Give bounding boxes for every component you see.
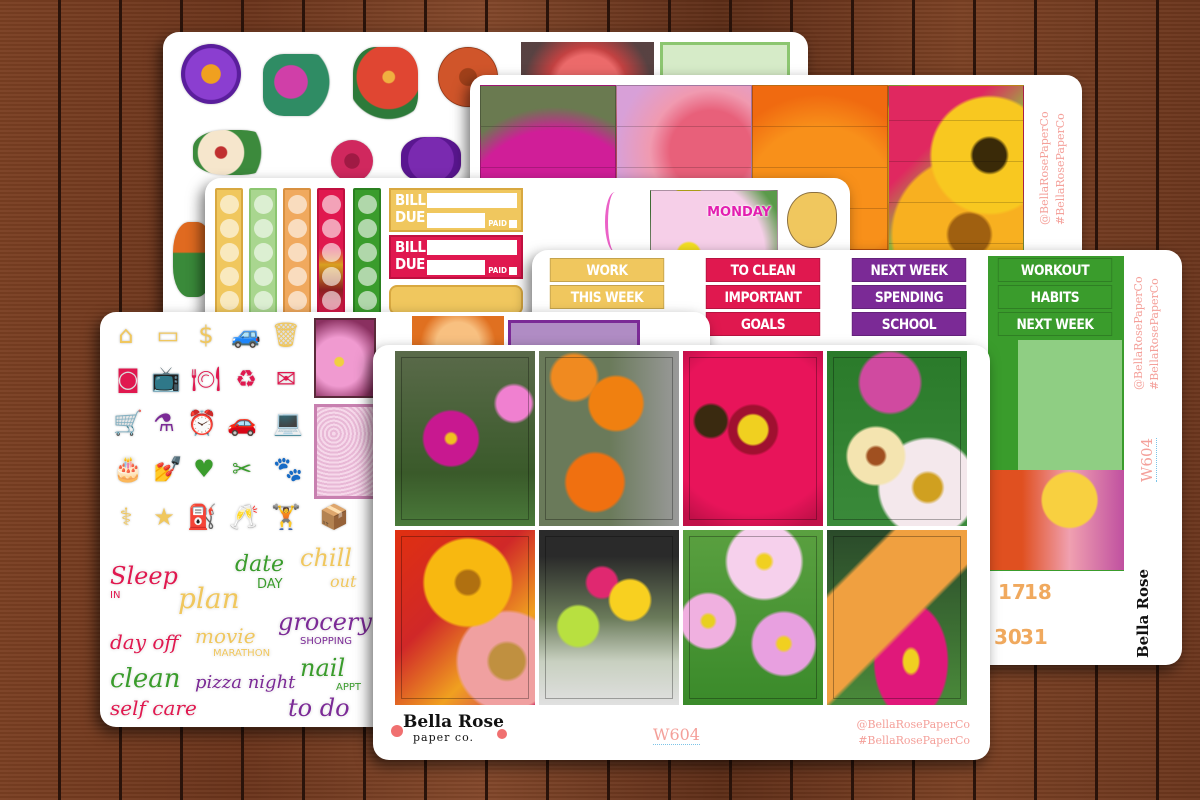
- date-30: 30: [994, 625, 1022, 649]
- side-hashtag: #BellaRosePaperCo: [1148, 278, 1161, 390]
- date-31: 31: [1020, 625, 1048, 649]
- script-clean: clean: [110, 664, 181, 694]
- header-to-clean: TO CLEAN: [705, 258, 821, 282]
- footer-social: @BellaRosePaperCo #BellaRosePaperCo: [856, 717, 970, 749]
- header-spending: SPENDING: [851, 285, 967, 309]
- header-important: IMPORTANT: [705, 285, 821, 309]
- side-handle: @BellaRosePaperCo: [1132, 276, 1145, 390]
- script-date-day: date DAY: [235, 552, 285, 592]
- washing-machine-icon: ◙: [116, 365, 140, 393]
- heart-icon: ♥: [193, 455, 215, 483]
- header-column-red: TO CLEAN IMPORTANT GOALS: [698, 258, 828, 339]
- side-code: W604: [1138, 437, 1157, 482]
- champagne-toast-icon: 🥂: [229, 503, 259, 531]
- photo-orange-zinnias: [539, 351, 679, 526]
- red-rose-sticker: [331, 140, 373, 182]
- tv-icon: 📺: [151, 365, 181, 393]
- sheet2-hashtag: #BellaRosePaperCo: [1054, 113, 1067, 225]
- light-green-boxes: [1018, 340, 1122, 470]
- photo-bouquet-in-jar: [539, 530, 679, 705]
- monday-tile: MONDAY: [650, 190, 778, 255]
- script-sleep-in: Sleep IN: [110, 562, 178, 601]
- laptop-icon: 💻: [273, 409, 303, 437]
- recycle-icon: ♻: [235, 365, 257, 393]
- box-icon: 📦: [319, 503, 349, 531]
- script-movie-marathon: movie MARATHON: [195, 624, 271, 659]
- footer-hashtag: #BellaRosePaperCo: [858, 734, 970, 747]
- script-plan: plan: [178, 582, 240, 615]
- paw-print-icon: 🐾: [273, 455, 303, 483]
- sheet2-handle: @BellaRosePaperCo: [1038, 111, 1051, 225]
- plate-fork-knife-icon: 🍽: [190, 365, 222, 393]
- photo-yellow-red-flowers: [395, 530, 535, 705]
- car-icon: 🚗: [227, 409, 257, 437]
- bill-due-yellow: BILL DUE PAID: [389, 188, 523, 232]
- pink-glitter-tile: [314, 404, 376, 499]
- script-pizza-night: pizza night: [195, 672, 296, 693]
- photo-monarch-on-zinnia: [827, 530, 967, 705]
- star-icon: ★: [153, 503, 175, 531]
- photo-magenta-cosmos-garden: [395, 351, 535, 526]
- pink-cosmos-tile: [314, 318, 376, 398]
- floral-box-strip: [988, 470, 1124, 570]
- nail-polish-icon: 💅: [153, 455, 183, 483]
- swirl-doodle: [605, 192, 625, 252]
- envelope-icon: ✉: [275, 365, 297, 393]
- gas-pump-icon: ⛽: [187, 503, 217, 531]
- scissors-comb-icon: ✂: [231, 455, 253, 483]
- trash-can-icon: 🗑: [270, 321, 302, 349]
- stethoscope-icon: ⚕: [119, 503, 133, 531]
- header-column-yellow: WORK THIS WEEK: [542, 258, 672, 312]
- yellow-box-sticker: [389, 285, 523, 315]
- script-grocery-shopping: grocery SHOPPING: [278, 608, 372, 647]
- header-column-green: WORKOUT HABITS NEXT WEEK: [990, 258, 1120, 339]
- jeep-icon: 🚙: [231, 321, 261, 349]
- header-next-week-green: NEXT WEEK: [997, 312, 1113, 336]
- side-logo: Bella Rose: [1134, 568, 1152, 658]
- script-nail-appt: nail APPT: [300, 654, 362, 693]
- magenta-violet-sticker: [263, 54, 333, 116]
- date-18: 18: [1024, 580, 1052, 604]
- cream-zinnia-sticker: [193, 130, 273, 175]
- house-icon: ⌂: [118, 321, 134, 349]
- shopping-cart-icon: 🛒: [113, 409, 143, 437]
- photo-bee-on-pink-zinnia: [683, 351, 823, 526]
- photo-pink-cream-zinnias: [827, 351, 967, 526]
- dollar-icon: $: [198, 321, 214, 349]
- logo-rose-icon-2: [497, 729, 507, 739]
- header-column-purple: NEXT WEEK SPENDING SCHOOL: [844, 258, 974, 339]
- bill-due-red: BILL DUE PAID: [389, 235, 523, 279]
- header-work: WORK: [549, 258, 665, 282]
- kit-code: W604: [653, 725, 700, 745]
- front-photo-sheet: Bella Rose paper co. W604 @BellaRosePape…: [373, 345, 990, 760]
- purple-dahlia-sticker: [401, 137, 461, 182]
- header-next-week: NEXT WEEK: [851, 258, 967, 282]
- header-goals: GOALS: [705, 312, 821, 336]
- purple-zinnia-sticker: [181, 44, 241, 104]
- script-to-do: to do: [288, 694, 350, 722]
- photo-pink-cosmos: [683, 530, 823, 705]
- script-self-care: self care: [110, 696, 197, 720]
- monday-label: MONDAY: [707, 205, 771, 220]
- spray-bottle-icon: ⚗: [153, 409, 175, 437]
- header-school: SCHOOL: [851, 312, 967, 336]
- red-daisy-sticker: [353, 47, 418, 122]
- script-day-off: day off: [110, 630, 179, 654]
- bella-rose-logo: Bella Rose paper co.: [403, 712, 504, 744]
- date-17: 17: [998, 580, 1026, 604]
- credit-cards-icon: ▭: [156, 321, 180, 349]
- header-this-week: THIS WEEK: [549, 285, 665, 309]
- alarm-clock-icon: ⏰: [187, 409, 217, 437]
- dumbbell-person-icon: 🏋: [271, 503, 301, 531]
- birthday-cake-icon: 🎂: [113, 455, 143, 483]
- footer-handle: @BellaRosePaperCo: [856, 718, 970, 731]
- logo-rose-icon: [391, 725, 403, 737]
- header-habits: HABITS: [997, 285, 1113, 309]
- header-workout: WORKOUT: [997, 258, 1113, 282]
- script-chill-out: chill out: [300, 544, 357, 591]
- yellow-drop-sticker: [787, 192, 837, 248]
